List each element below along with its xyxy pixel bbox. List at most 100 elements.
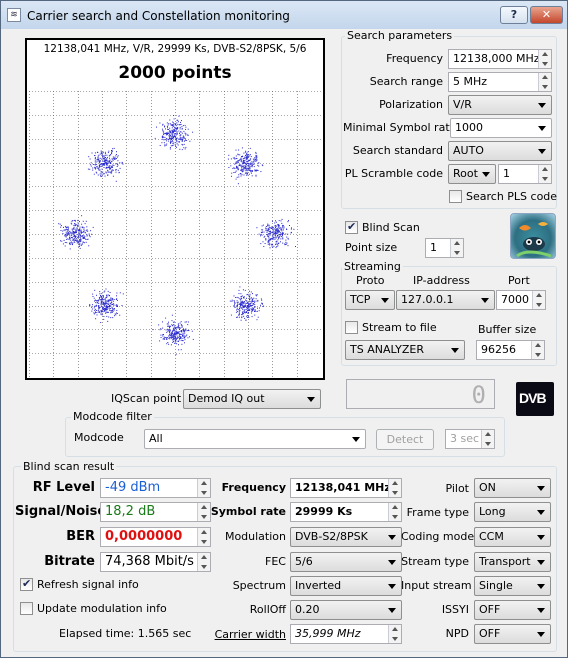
constellation-point — [255, 151, 257, 153]
constellation-point — [250, 170, 252, 172]
fec-select[interactable]: 5/6 — [290, 552, 402, 572]
issyi-value: OFF — [479, 603, 501, 616]
constellation-point — [171, 320, 173, 322]
constellation-point — [250, 304, 251, 306]
constellation-point — [170, 141, 172, 143]
analyzer-select[interactable]: TS ANALYZER — [345, 340, 465, 360]
modcode-select[interactable]: All — [144, 429, 366, 449]
detect-button[interactable]: Detect — [376, 429, 434, 450]
help-button[interactable]: ? — [500, 6, 528, 24]
constellation-point — [177, 124, 179, 126]
constellation-point — [243, 152, 245, 154]
constellation-point — [236, 176, 238, 178]
pilot-select[interactable]: ON — [474, 478, 551, 498]
constellation-point — [245, 156, 247, 158]
constellation-point — [236, 308, 238, 310]
frame-type-select[interactable]: Long — [474, 502, 551, 522]
constellation-point — [247, 169, 249, 171]
update-modulation-checkbox[interactable] — [20, 602, 33, 615]
constellation-point — [105, 308, 107, 310]
constellation-point — [280, 227, 282, 229]
port-input[interactable]: 7000 — [496, 290, 546, 310]
constellation-point — [113, 303, 115, 305]
rolloff-select[interactable]: 0.20 — [290, 600, 402, 620]
ip-address-select[interactable]: 127.0.0.1 — [396, 290, 495, 310]
symbol-rate-select[interactable]: 1000 — [450, 118, 552, 138]
constellation-point — [238, 174, 240, 176]
constellation-point — [243, 305, 245, 307]
constellation-point — [167, 330, 169, 332]
constellation-point — [179, 334, 181, 336]
constellation-point — [178, 344, 179, 346]
constellation-point — [70, 241, 72, 243]
constellation-point — [169, 329, 171, 331]
proto-select[interactable]: TCP — [345, 290, 395, 310]
pl-code-spinner[interactable] — [538, 165, 551, 183]
point-size-spinner[interactable] — [450, 239, 463, 257]
search-range-spinner[interactable] — [538, 73, 551, 91]
pl-code-input[interactable]: 1 — [498, 164, 552, 184]
polarization-select[interactable]: V/R — [448, 95, 552, 115]
constellation-point — [172, 136, 174, 138]
constellation-point — [242, 301, 244, 303]
constellation-point — [83, 235, 85, 237]
blind-scan-checkbox[interactable] — [345, 220, 358, 234]
coding-mode-select[interactable]: CCM — [474, 527, 551, 547]
search-pls-checkbox[interactable] — [449, 190, 462, 203]
constellation-point — [249, 293, 251, 295]
pl-mode-select[interactable]: Root — [448, 164, 496, 184]
constellation-point — [276, 246, 278, 247]
constellation-point — [105, 302, 107, 303]
iqscan-select[interactable]: Demod IQ out — [183, 389, 321, 409]
title-bar[interactable]: ≋ Carrier search and Constellation monit… — [1, 1, 567, 29]
constellation-point — [256, 156, 258, 158]
rolloff-label: RollOff — [249, 603, 286, 616]
spectrum-select[interactable]: Inverted — [290, 576, 402, 596]
search-range-input[interactable]: 5 MHz — [448, 72, 552, 92]
constellation-point — [100, 172, 102, 174]
constellation-point — [278, 230, 280, 232]
interval-spinner[interactable] — [481, 430, 494, 448]
modulation-select[interactable]: DVB-S2/8PSK — [290, 527, 402, 547]
constellation-point — [172, 325, 174, 327]
stream-type-select[interactable]: Transport — [474, 552, 551, 572]
constellation-point — [181, 331, 183, 333]
constellation-point — [106, 156, 108, 158]
point-size-input[interactable]: 1 — [425, 238, 464, 258]
constellation-point — [100, 305, 102, 307]
constellation-point — [96, 159, 98, 161]
constellation-point — [69, 235, 71, 237]
interval-input[interactable]: 3 sec — [445, 429, 495, 449]
stream-to-file-checkbox[interactable] — [345, 321, 358, 334]
refresh-signal-checkbox[interactable] — [20, 577, 33, 591]
constellation-point — [164, 136, 166, 138]
port-spinner[interactable] — [532, 291, 545, 309]
constellation-point — [172, 341, 174, 343]
constellation-point — [180, 337, 182, 339]
constellation-point — [181, 128, 183, 130]
constellation-point — [246, 163, 248, 164]
constellation-point — [173, 338, 175, 340]
constellation-point — [175, 134, 177, 136]
constellation-cluster — [229, 286, 265, 321]
input-stream-select[interactable]: Single — [474, 576, 551, 596]
constellation-point — [245, 299, 246, 301]
frequency-input[interactable]: 12138,000 MHz — [448, 49, 552, 69]
buffer-size-spinner[interactable] — [531, 341, 544, 359]
npd-select[interactable]: OFF — [474, 624, 551, 644]
constellation-point — [177, 144, 179, 146]
frequency-spinner[interactable] — [538, 50, 551, 68]
constellation-point — [85, 220, 87, 222]
constellation-point — [237, 161, 239, 163]
constellation-point — [287, 237, 289, 239]
buffer-size-input[interactable]: 96256 — [476, 340, 545, 360]
carrier-width-label[interactable]: Carrier width — [201, 628, 286, 641]
search-standard-select[interactable]: AUTO — [448, 141, 552, 161]
constellation-point — [249, 154, 251, 156]
constellation-point — [245, 319, 247, 321]
constellation-point — [111, 170, 113, 172]
constellation-point — [171, 127, 173, 129]
close-button[interactable]: ✕ — [530, 6, 563, 24]
constellation-point — [192, 131, 194, 133]
issyi-select[interactable]: OFF — [474, 600, 551, 620]
